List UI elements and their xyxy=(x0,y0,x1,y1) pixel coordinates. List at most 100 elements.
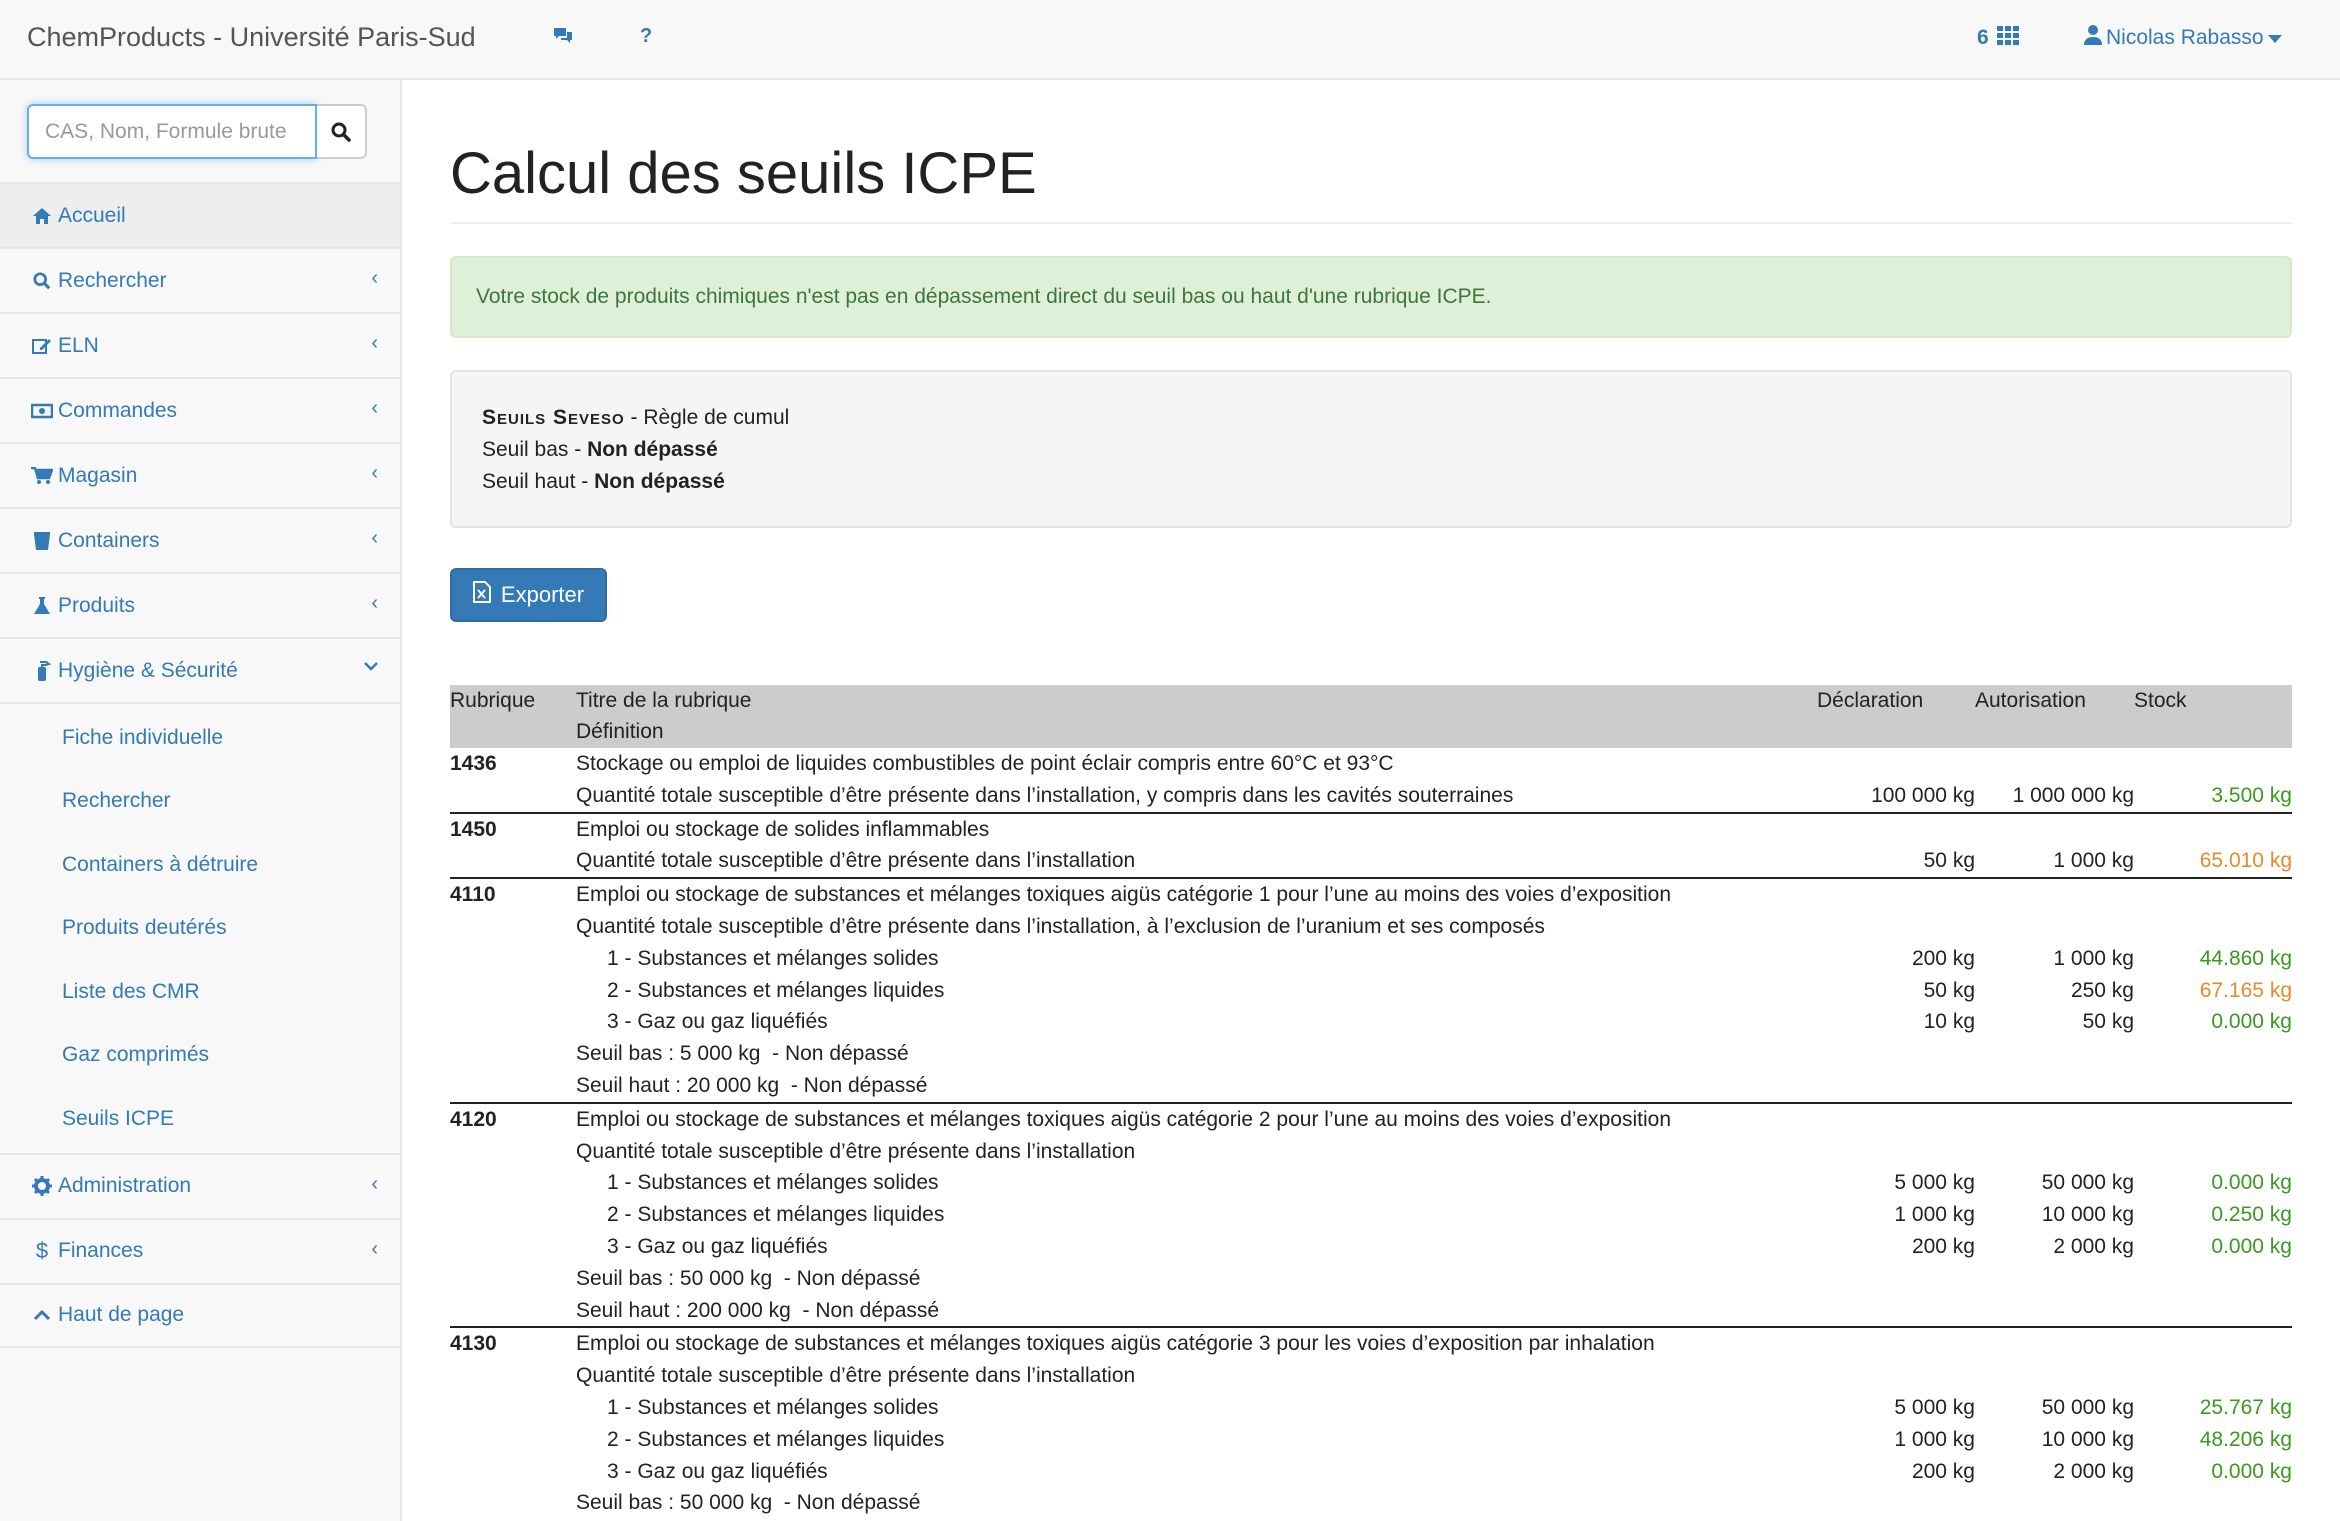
rubrique-definition: Quantité totale susceptible d’être prése… xyxy=(576,1139,1136,1163)
header-definition: Définition xyxy=(576,720,664,743)
sidebar-item-hygiene-securite[interactable]: Hygiène & Sécurité xyxy=(0,637,400,702)
stock-value: 0.000 kg xyxy=(2211,1010,2292,1034)
sidebar-item-label: Magasin xyxy=(58,463,138,487)
sidebar-item-accueil[interactable]: Accueil xyxy=(0,182,400,247)
sidebar-item-eln[interactable]: ELN ‹ xyxy=(0,312,400,377)
extinguisher-icon xyxy=(30,660,54,681)
submenu-liste-cmr[interactable]: Liste des CMR xyxy=(0,960,400,1024)
sidebar-item-label: Rechercher xyxy=(58,268,167,292)
table-row: 4110 Emploi ou stockage de substances et … xyxy=(450,879,2292,1104)
sidebar-item-administration[interactable]: Administration ‹ xyxy=(0,1152,400,1218)
sidebar-item-label: Administration xyxy=(58,1174,192,1197)
export-button[interactable]: Exporter xyxy=(450,568,607,622)
rubrique-code: 1450 xyxy=(450,817,497,841)
rubrique-code: 4130 xyxy=(450,1332,497,1356)
header-rubrique: Rubrique xyxy=(450,689,536,712)
sidebar-item-containers[interactable]: Containers ‹ xyxy=(0,507,400,572)
seveso-header: Seuils Seveso - Règle de cumul xyxy=(482,402,2260,434)
sub-rubrique-label: 3 - Gaz ou gaz liquéfiés xyxy=(607,1459,828,1483)
sub-rubrique-label: 2 - Substances et mélanges liquides xyxy=(607,978,945,1002)
chevron-left-icon: ‹ xyxy=(371,267,378,289)
user-icon xyxy=(2084,25,2102,51)
sidebar-menu: Accueil Rechercher ‹ ELN ‹ Commandes ‹ M… xyxy=(0,182,400,1348)
submenu-seuils-icpe[interactable]: Seuils ICPE xyxy=(0,1087,400,1151)
sidebar-item-magasin[interactable]: Magasin ‹ xyxy=(0,442,400,507)
stock-value: 67.165 kg xyxy=(2199,978,2292,1002)
sidebar-item-finances[interactable]: $ Finances ‹ xyxy=(0,1217,400,1283)
sidebar-item-commandes[interactable]: Commandes ‹ xyxy=(0,377,400,442)
sub-rubrique-label: 1 - Substances et mélanges solides xyxy=(607,1395,939,1419)
table-row: 4130 Emploi ou stockage de substances et … xyxy=(450,1328,2292,1519)
seuil-bas-line: Seuil bas : 5 000 kg - Non dépassé xyxy=(576,1042,909,1066)
autorisation-value: 10 000 kg xyxy=(2041,1427,2134,1451)
comments-icon[interactable] xyxy=(552,26,574,52)
flask-icon xyxy=(30,596,54,616)
search-input[interactable] xyxy=(27,104,317,159)
apps-menu[interactable]: 6 xyxy=(1977,25,2019,51)
declaration-value: 50 kg xyxy=(1923,978,1975,1002)
sidebar-item-produits[interactable]: Produits ‹ xyxy=(0,572,400,637)
title-divider xyxy=(450,222,2292,224)
autorisation-value: 10 000 kg xyxy=(2041,1203,2134,1227)
alert-text: Votre stock de produits chimiques n'est … xyxy=(476,285,1492,308)
dollar-icon: $ xyxy=(35,1238,49,1263)
declaration-value: 10 kg xyxy=(1923,1010,1975,1034)
rubrique-definition: Quantité totale susceptible d’être prése… xyxy=(576,849,1136,873)
table-row: 1436 Stockage ou emploi de liquides combu… xyxy=(450,748,2292,814)
sidebar-item-rechercher[interactable]: Rechercher ‹ xyxy=(0,247,400,312)
seveso-title: Seuils Seveso xyxy=(482,406,625,429)
autorisation-value: 2 000 kg xyxy=(2053,1234,2134,1258)
submenu-rechercher[interactable]: Rechercher xyxy=(0,770,400,834)
rubrique-definition: Quantité totale susceptible d’être prése… xyxy=(576,1364,1136,1388)
stock-value: 0.250 kg xyxy=(2211,1203,2292,1227)
rubrique-title: Emploi ou stockage de substances et méla… xyxy=(576,883,1671,907)
submenu-gaz-comprimes[interactable]: Gaz comprimés xyxy=(0,1024,400,1088)
header-autorisation: Autorisation xyxy=(1975,689,2086,712)
rubrique-code: 4120 xyxy=(450,1107,497,1131)
rubrique-title: Emploi ou stockage de substances et méla… xyxy=(576,1107,1671,1131)
seveso-rule: - Règle de cumul xyxy=(624,406,790,429)
table-row: 4120 Emploi ou stockage de substances et … xyxy=(450,1104,2292,1329)
stock-value: 0.000 kg xyxy=(2211,1234,2292,1258)
sub-rubrique-label: 3 - Gaz ou gaz liquéfiés xyxy=(607,1234,828,1258)
seuil-bas-value: Non dépassé xyxy=(587,438,718,461)
stock-value: 65.010 kg xyxy=(2199,849,2292,873)
search-icon xyxy=(331,122,351,142)
export-label: Exporter xyxy=(500,582,585,607)
chevron-left-icon: ‹ xyxy=(371,397,378,419)
seveso-seuil-haut: Seuil haut - Non dépassé xyxy=(482,466,2260,498)
chevron-left-icon: ‹ xyxy=(371,1172,378,1195)
seuil-haut-value: Non dépassé xyxy=(594,470,725,493)
stock-value: 3.500 kg xyxy=(2211,783,2292,807)
gear-icon xyxy=(30,1176,54,1196)
seuil-bas-line: Seuil bas : 50 000 kg - Non dépassé xyxy=(576,1266,921,1290)
declaration-value: 200 kg xyxy=(1911,1234,1975,1258)
help-icon[interactable]: ? xyxy=(640,25,652,48)
rubrique-code: 4110 xyxy=(450,883,496,907)
submenu-containers-a-detruire[interactable]: Containers à détruire xyxy=(0,833,400,897)
rubrique-title: Emploi ou stockage de substances et méla… xyxy=(576,1332,1655,1356)
submenu-fiche-individuelle[interactable]: Fiche individuelle xyxy=(0,706,400,770)
seuil-bas-line: Seuil bas : 50 000 kg - Non dépassé xyxy=(576,1491,921,1515)
seveso-summary: Seuils Seveso - Règle de cumul Seuil bas… xyxy=(450,370,2292,528)
success-alert: Votre stock de produits chimiques n'est … xyxy=(450,256,2292,338)
page-title: Calcul des seuils ICPE xyxy=(450,141,1037,206)
seveso-seuil-bas: Seuil bas - Non dépassé xyxy=(482,434,2260,466)
user-menu[interactable]: Nicolas Rabasso xyxy=(2084,25,2282,51)
brand-link[interactable]: ChemProducts - Université Paris-Sud xyxy=(27,22,476,53)
caret-down-icon xyxy=(2267,26,2282,50)
search-button[interactable] xyxy=(317,104,367,159)
money-icon xyxy=(30,403,54,419)
autorisation-value: 1 000 kg xyxy=(2053,849,2134,873)
declaration-value: 200 kg xyxy=(1911,946,1975,970)
top-navbar: ChemProducts - Université Paris-Sud ? 6 … xyxy=(0,0,2340,80)
autorisation-value: 50 kg xyxy=(2082,1010,2134,1034)
declaration-value: 50 kg xyxy=(1923,849,1975,873)
sidebar-item-haut-de-page[interactable]: Haut de page xyxy=(0,1282,400,1348)
icpe-table: Rubrique Titre de la rubrique Définition… xyxy=(450,685,2292,1519)
submenu-produits-deuteres[interactable]: Produits deutérés xyxy=(0,897,400,961)
chevron-up-icon xyxy=(30,1309,54,1321)
stock-value: 48.206 kg xyxy=(2199,1427,2292,1451)
stock-value: 25.767 kg xyxy=(2199,1395,2292,1419)
autorisation-value: 1 000 kg xyxy=(2053,946,2134,970)
